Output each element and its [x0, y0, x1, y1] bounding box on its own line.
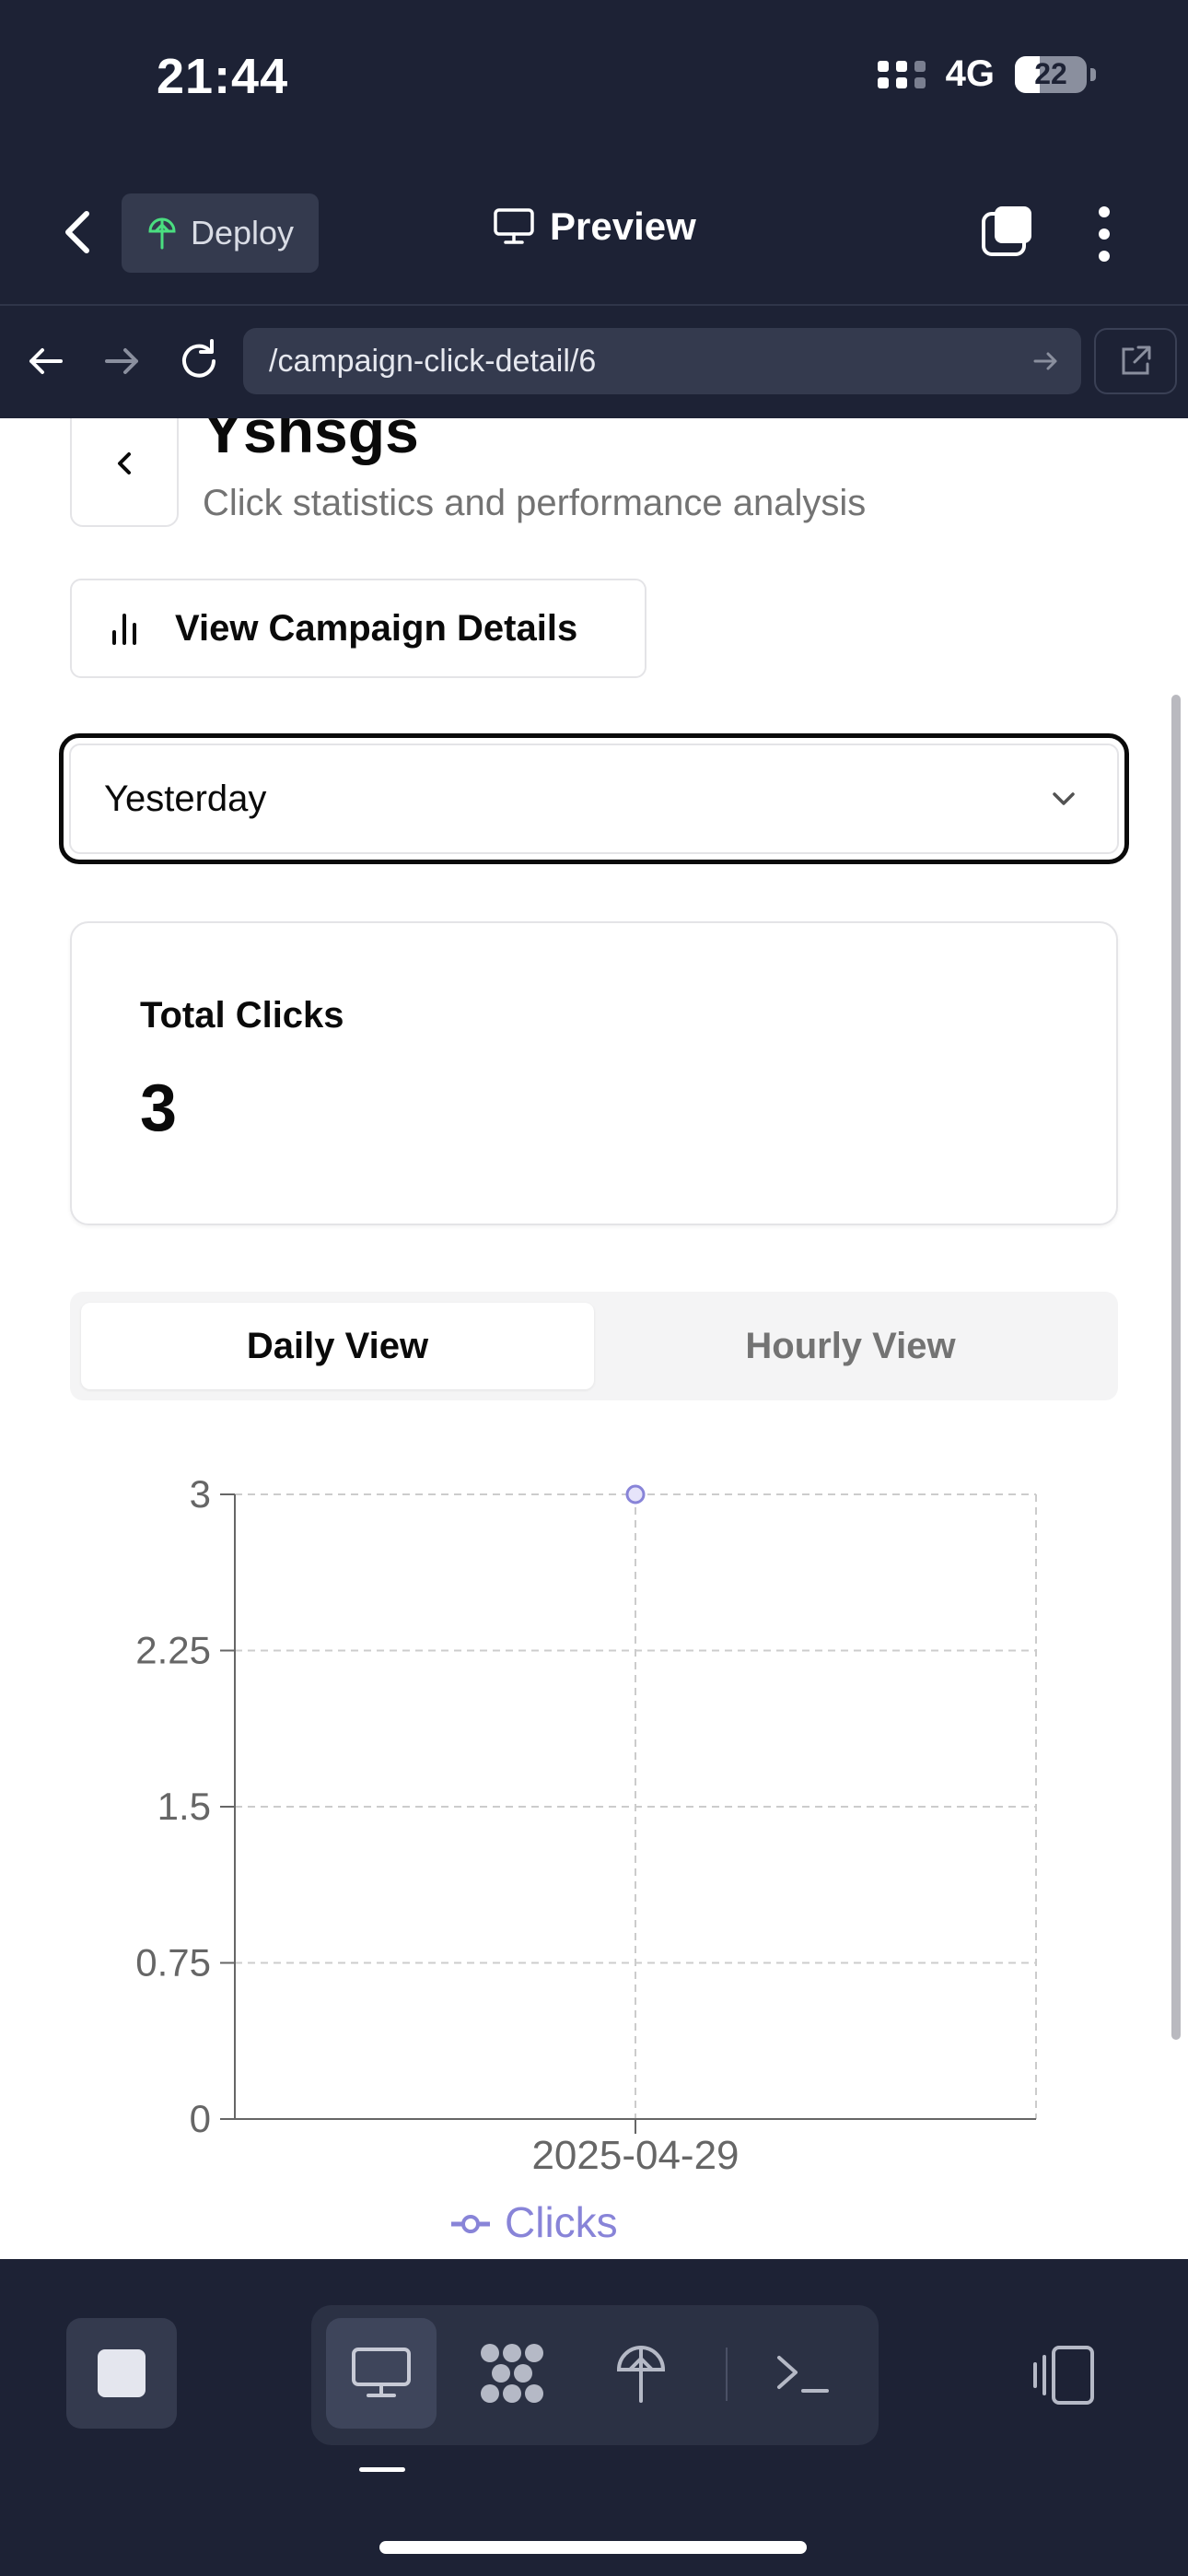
battery-level: 22 [1034, 57, 1067, 90]
browser-back-icon[interactable] [18, 334, 74, 389]
tabs-icon[interactable] [980, 205, 1035, 260]
y-tick-label: 3 [190, 1472, 211, 1516]
chevron-left-icon [118, 452, 131, 474]
web-page: Yshsgs Click statistics and performance … [0, 418, 1188, 2259]
monitor-icon [494, 208, 534, 244]
deploy-label: Deploy [190, 214, 295, 252]
view-tabs: Daily View Hourly View [70, 1292, 1118, 1400]
clicks-chart: 0 0.75 1.5 2.25 3 2025-04-29 Clicks [135, 1472, 1037, 2246]
scrollbar[interactable] [1171, 695, 1181, 2040]
bar-chart-icon [112, 614, 136, 645]
stop-icon [98, 2349, 146, 2397]
data-point [625, 1484, 646, 1505]
y-tick-label: 1.5 [157, 1785, 211, 1828]
tool-group [311, 2305, 879, 2445]
toolbar-divider [726, 2348, 728, 2401]
network-type: 4G [945, 53, 995, 94]
page-title: Yshsgs [203, 418, 419, 465]
signal-icon [877, 60, 926, 88]
terminal-icon [777, 2356, 829, 2393]
page-back-button[interactable] [70, 418, 179, 527]
nodes-icon [481, 2344, 543, 2403]
period-select-value: Yesterday [104, 778, 267, 819]
reload-icon[interactable] [171, 334, 227, 389]
deploy-tool-button[interactable] [586, 2318, 696, 2429]
campaign-button-label: View Campaign Details [175, 607, 578, 649]
legend-marker [461, 2215, 480, 2233]
split-view-icon[interactable] [1030, 2340, 1100, 2410]
tab-hourly-view[interactable]: Hourly View [594, 1303, 1107, 1389]
status-time: 21:44 [157, 49, 289, 104]
deploy-icon [148, 217, 176, 250]
y-tick-label: 0.75 [135, 1941, 211, 1985]
total-clicks-card: Total Clicks 3 [70, 921, 1118, 1225]
open-external-button[interactable] [1094, 328, 1177, 394]
status-icons: 4G 22 [877, 53, 1096, 95]
go-arrow-icon[interactable] [1031, 346, 1061, 376]
console-tool-button[interactable] [748, 2318, 858, 2429]
home-indicator [379, 2541, 807, 2554]
battery-icon: 22 [1015, 55, 1096, 93]
workflow-tool-button[interactable] [457, 2318, 567, 2429]
legend-label: Clicks [505, 2198, 618, 2246]
url-text: /campaign-click-detail/6 [269, 343, 597, 379]
total-clicks-value: 3 [140, 1071, 178, 1145]
period-select[interactable]: Yesterday [59, 733, 1129, 864]
monitor-icon [352, 2348, 411, 2397]
deploy-icon [616, 2346, 666, 2403]
chevron-down-icon [1053, 792, 1075, 805]
external-link-icon [1122, 345, 1151, 375]
more-options-icon[interactable] [1092, 206, 1116, 262]
active-tool-indicator [359, 2467, 405, 2472]
page-subtitle: Click statistics and performance analysi… [203, 483, 867, 523]
url-input[interactable]: /campaign-click-detail/6 [243, 328, 1081, 394]
preview-tool-button[interactable] [326, 2318, 437, 2429]
deploy-button[interactable]: Deploy [122, 193, 319, 273]
stop-button[interactable] [66, 2318, 177, 2429]
preview-title[interactable]: Preview [493, 205, 696, 249]
browser-forward-icon[interactable] [94, 334, 149, 389]
y-tick-label: 0 [190, 2097, 211, 2140]
view-campaign-details-button[interactable]: View Campaign Details [70, 579, 646, 678]
tab-daily-view[interactable]: Daily View [81, 1303, 594, 1389]
x-tick-label: 2025-04-29 [531, 2133, 739, 2178]
preview-label: Preview [550, 205, 696, 248]
y-tick-label: 2.25 [135, 1629, 211, 1672]
back-icon[interactable] [55, 205, 101, 260]
total-clicks-label: Total Clicks [140, 995, 344, 1036]
